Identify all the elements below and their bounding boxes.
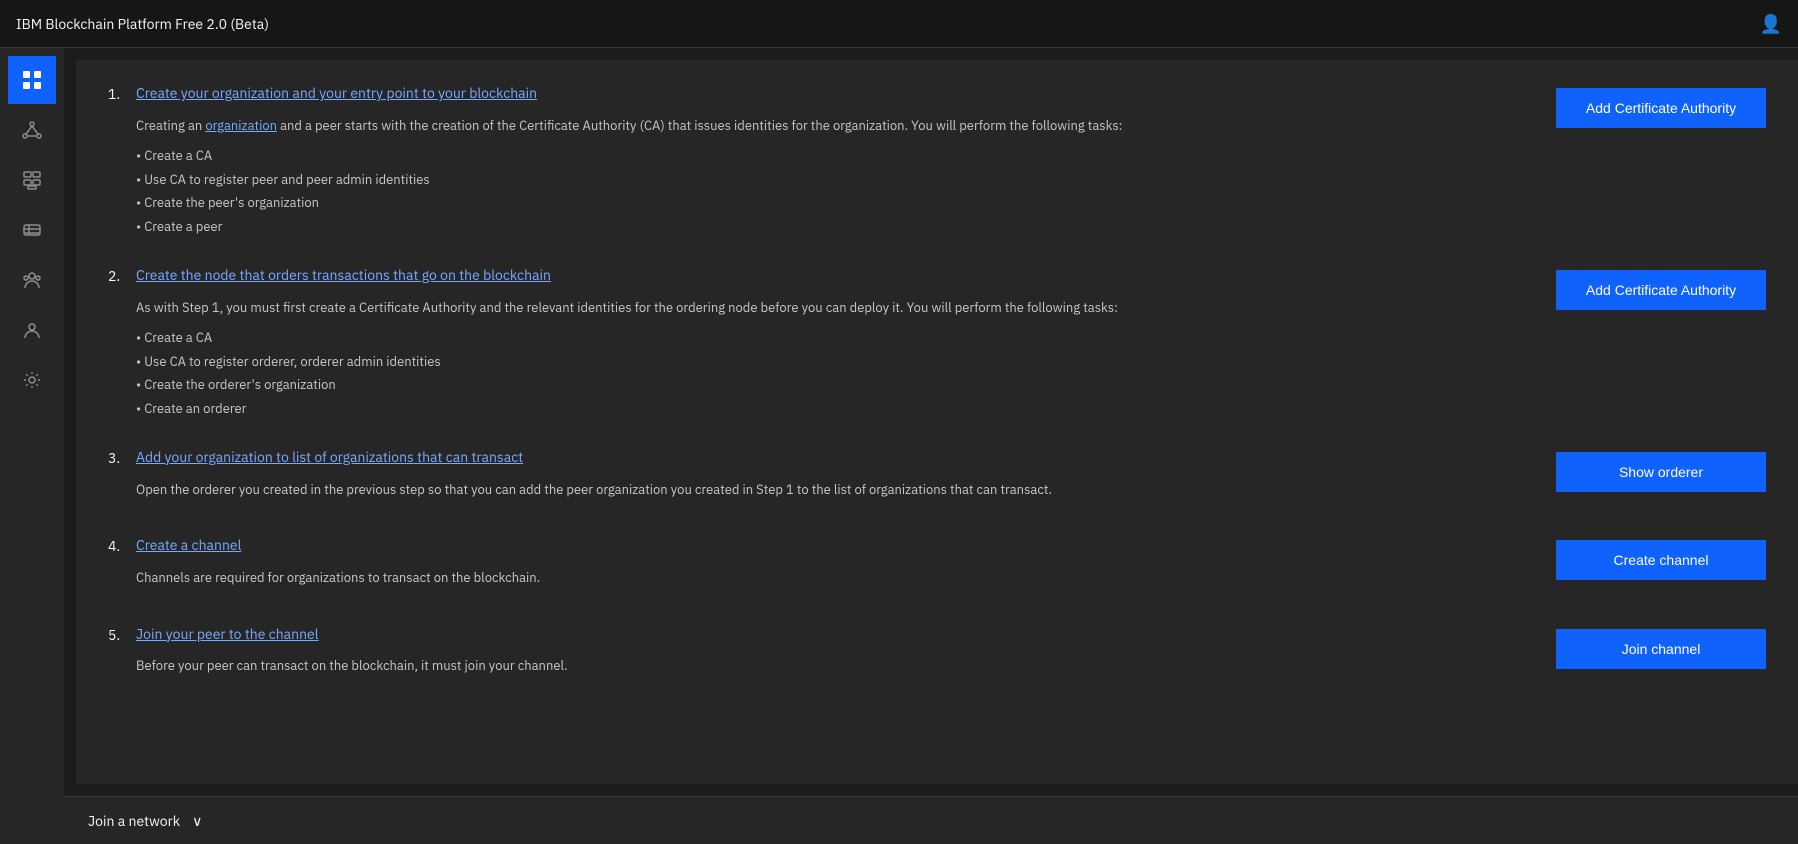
step-2-number: 2. <box>108 266 136 285</box>
app-title: IBM Blockchain Platform Free 2.0 (Beta) <box>16 15 269 33</box>
step-3-button-col: Show orderer <box>1556 448 1766 492</box>
step-2-description: As with Step 1, you must first create a … <box>136 298 1540 319</box>
step-1-description: Creating an organization and a peer star… <box>136 116 1540 137</box>
grid-icon <box>22 70 42 90</box>
step-5-body: Join your peer to the channel Before you… <box>136 625 1540 685</box>
top-header: IBM Blockchain Platform Free 2.0 (Beta) … <box>0 0 1798 48</box>
channels-icon <box>22 220 42 240</box>
bottom-bar-chevron-icon[interactable]: ∨ <box>192 812 202 830</box>
sidebar-item-settings[interactable] <box>8 356 56 404</box>
step-2-row: 2. Create the node that orders transacti… <box>108 266 1766 420</box>
organizations-icon <box>22 270 42 290</box>
step-5-button-col: Join channel <box>1556 625 1766 669</box>
components-icon <box>22 170 42 190</box>
step-5-join-channel-button[interactable]: Join channel <box>1556 629 1766 669</box>
step-3-title[interactable]: Add your organization to list of organiz… <box>136 448 523 468</box>
step-4-number: 4. <box>108 536 136 555</box>
settings-icon <box>22 370 42 390</box>
step-5-number: 5. <box>108 625 136 644</box>
step-2-button-col: Add Certificate Authority <box>1556 266 1766 310</box>
sidebar-item-dashboard[interactable] <box>8 56 56 104</box>
step-4-row: 4. Create a channel Channels are require… <box>108 536 1766 596</box>
step-1-title[interactable]: Create your organization and your entry … <box>136 84 537 104</box>
sidebar-item-organizations[interactable] <box>8 256 56 304</box>
step-5-description: Before your peer can transact on the blo… <box>136 656 1540 677</box>
main-layout: 1. Create your organization and your ent… <box>0 48 1798 844</box>
bottom-bar-label: Join a network <box>88 812 180 830</box>
identity-icon <box>22 320 42 340</box>
sidebar-item-network[interactable] <box>8 106 56 154</box>
step-3-description: Open the orderer you created in the prev… <box>136 480 1540 501</box>
user-icon[interactable]: 👤 <box>1760 12 1782 35</box>
step-3-row: 3. Add your organization to list of orga… <box>108 448 1766 508</box>
step-1-body: Create your organization and your entry … <box>136 84 1540 238</box>
step-4-body: Create a channel Channels are required f… <box>136 536 1540 596</box>
step-5-row: 5. Join your peer to the channel Before … <box>108 625 1766 685</box>
step-5-title[interactable]: Join your peer to the channel <box>136 625 319 645</box>
sidebar-item-components[interactable] <box>8 156 56 204</box>
step-2-body: Create the node that orders transactions… <box>136 266 1540 420</box>
step-4-title[interactable]: Create a channel <box>136 536 241 556</box>
step-3-body: Add your organization to list of organiz… <box>136 448 1540 508</box>
step-4-description: Channels are required for organizations … <box>136 568 1540 589</box>
step-1-button-col: Add Certificate Authority <box>1556 84 1766 128</box>
step-1-bullets: • Create a CA • Use CA to register peer … <box>136 144 1540 238</box>
step-1-number: 1. <box>108 84 136 103</box>
step-2-add-ca-button[interactable]: Add Certificate Authority <box>1556 270 1766 310</box>
step-1-org-link[interactable]: organization <box>205 117 277 134</box>
nodes-icon <box>22 120 42 140</box>
step-3-show-orderer-button[interactable]: Show orderer <box>1556 452 1766 492</box>
step-1-add-ca-button[interactable]: Add Certificate Authority <box>1556 88 1766 128</box>
bottom-bar: Join a network ∨ <box>64 796 1798 844</box>
step-3-number: 3. <box>108 448 136 467</box>
sidebar <box>0 48 64 844</box>
step-1-row: 1. Create your organization and your ent… <box>108 84 1766 238</box>
sidebar-item-identity[interactable] <box>8 306 56 354</box>
step-2-title[interactable]: Create the node that orders transactions… <box>136 266 551 286</box>
sidebar-item-channels[interactable] <box>8 206 56 254</box>
step-2-bullets: • Create a CA • Use CA to register order… <box>136 326 1540 420</box>
content-panel: 1. Create your organization and your ent… <box>76 60 1798 784</box>
step-4-button-col: Create channel <box>1556 536 1766 580</box>
content-area: 1. Create your organization and your ent… <box>64 48 1798 844</box>
step-4-create-channel-button[interactable]: Create channel <box>1556 540 1766 580</box>
